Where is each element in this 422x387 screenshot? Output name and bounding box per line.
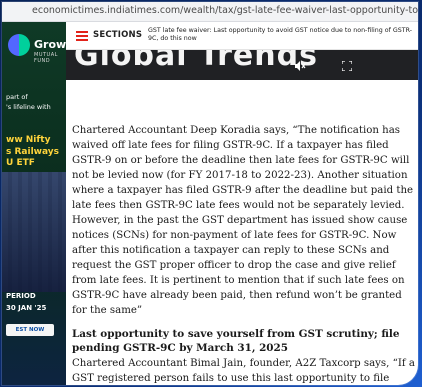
- hamburger-menu-icon[interactable]: [76, 31, 88, 41]
- address-bar[interactable]: economictimes.indiatimes.com/wealth/tax/…: [2, 2, 418, 22]
- ad-tagline: part of 's lifeline with: [6, 93, 51, 111]
- fullscreen-icon[interactable]: [342, 61, 352, 71]
- article-body: Chartered Accountant Deep Koradia says, …: [72, 123, 415, 385]
- side-advertisement[interactable]: Groww MUTUAL FUND part of 's lifeline wi…: [2, 22, 66, 385]
- sections-button[interactable]: SECTIONS: [93, 30, 142, 40]
- ad-brand: Groww: [34, 38, 66, 51]
- ad-date: 30 JAN '25: [6, 304, 47, 312]
- video-title: Global Trends: [74, 50, 318, 73]
- url-text: economictimes.indiatimes.com/wealth/tax/…: [32, 5, 418, 16]
- ad-brand-sub: MUTUAL FUND: [34, 52, 58, 64]
- ad-etf: U ETF: [6, 158, 35, 168]
- mute-icon[interactable]: [294, 60, 306, 72]
- article-paragraph: Chartered Accountant Bimal Jain, founder…: [72, 358, 415, 384]
- video-player[interactable]: Global Trends: [66, 50, 418, 80]
- groww-logo-icon: [8, 34, 30, 56]
- article-paragraph: Chartered Accountant Deep Koradia says, …: [72, 125, 414, 316]
- ad-period: PERIOD: [6, 292, 36, 300]
- ad-train-image: [2, 172, 66, 292]
- browser-window: economictimes.indiatimes.com/wealth/tax/…: [2, 2, 418, 385]
- ad-headline: ww Nifty s Railways: [6, 135, 59, 157]
- ad-cta-button[interactable]: EST NOW: [6, 324, 54, 336]
- breadcrumb: GST late fee waiver: Last opportunity to…: [148, 27, 412, 42]
- article-subheading: Last opportunity to save yourself from G…: [72, 328, 400, 354]
- site-header: SECTIONS GST late fee waiver: Last oppor…: [66, 22, 418, 50]
